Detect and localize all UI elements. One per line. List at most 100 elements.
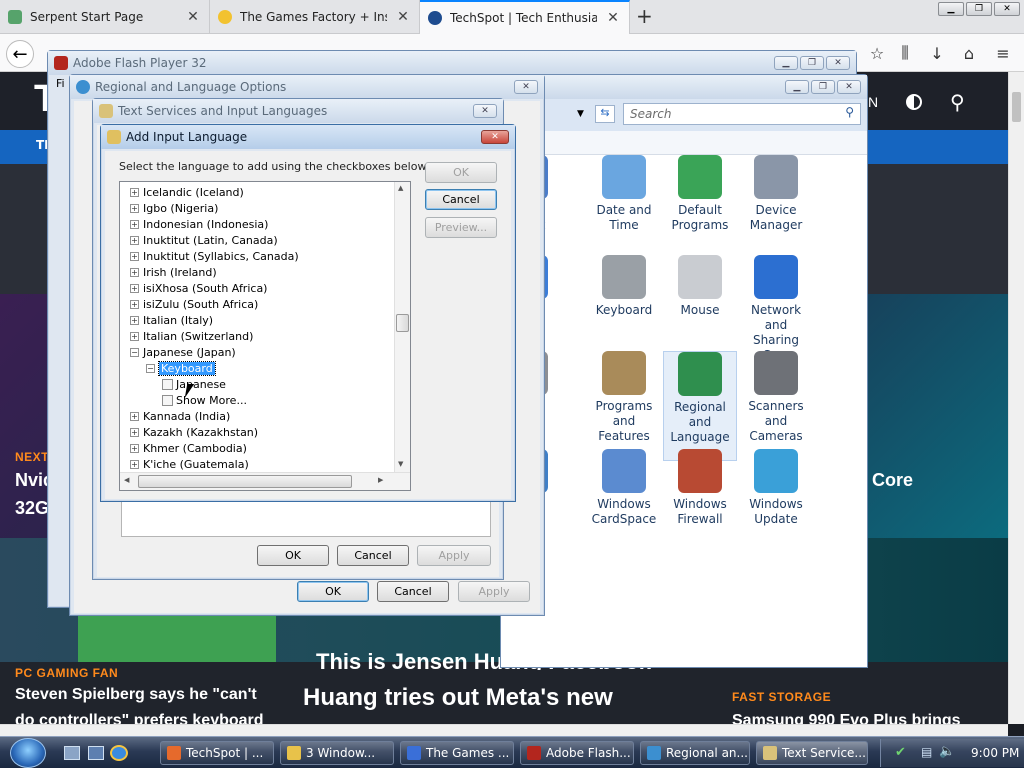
- download-arrow-icon[interactable]: ↓: [926, 42, 948, 64]
- cp-item[interactable]: Windows Update: [739, 449, 813, 527]
- add-input-ok-button[interactable]: OK: [425, 162, 497, 183]
- tree-vertical-scrollbar[interactable]: ▲ ▼: [394, 182, 410, 472]
- close-icon[interactable]: ✕: [837, 80, 861, 94]
- home-icon[interactable]: ⌂: [958, 42, 980, 64]
- add-input-titlebar[interactable]: Add Input Language ✕: [101, 125, 515, 149]
- scrollbar-thumb[interactable]: [396, 314, 409, 332]
- expand-plus-icon[interactable]: +: [130, 411, 139, 421]
- installed-services-list[interactable]: [121, 501, 491, 537]
- menu-icon[interactable]: ≡: [992, 42, 1014, 64]
- bookmark-star-icon[interactable]: ☆: [866, 42, 888, 64]
- tree-item[interactable]: + Inuktitut (Syllabics, Canada): [120, 248, 299, 264]
- tree-item[interactable]: + Indonesian (Indonesia): [120, 216, 268, 232]
- pc-gaming-headline[interactable]: Steven Spielberg says he "can't: [15, 686, 257, 704]
- cp-item[interactable]: Default Programs: [663, 155, 737, 233]
- tree-item[interactable]: + Kannada (India): [120, 408, 230, 424]
- right-headline[interactable]: Core: [872, 470, 913, 491]
- regional-titlebar[interactable]: Regional and Language Options ✕: [70, 75, 544, 99]
- tree-item[interactable]: Japanese: [120, 376, 226, 392]
- scroll-down-arrow-icon[interactable]: ▼: [398, 460, 403, 468]
- search-icon[interactable]: ⚲: [950, 90, 965, 114]
- tree-item[interactable]: + Igbo (Nigeria): [120, 200, 218, 216]
- expand-plus-icon[interactable]: +: [130, 315, 139, 325]
- tab-techspot[interactable]: TechSpot | Tech Enthusiasts ✕: [420, 0, 630, 34]
- expand-plus-icon[interactable]: +: [130, 283, 139, 293]
- tree-item[interactable]: Show More...: [120, 392, 247, 408]
- cp-item[interactable]: Device Manager: [739, 155, 813, 233]
- taskbar-button[interactable]: Text Service...: [756, 741, 868, 765]
- scroll-left-arrow-icon[interactable]: ◀: [124, 476, 129, 484]
- library-icon[interactable]: ⫼: [894, 42, 916, 64]
- scrollbar-thumb[interactable]: [138, 475, 352, 488]
- switch-windows-icon[interactable]: [88, 746, 104, 760]
- new-tab-button[interactable]: +: [636, 4, 653, 28]
- taskbar-button[interactable]: Adobe Flash...: [520, 741, 634, 765]
- address-dropdown-icon[interactable]: ▼: [577, 109, 584, 119]
- cp-item[interactable]: Mouse: [663, 255, 737, 318]
- tree-item[interactable]: + Italian (Switzerland): [120, 328, 253, 344]
- expand-plus-icon[interactable]: +: [130, 219, 139, 229]
- taskbar-button[interactable]: TechSpot | ...: [160, 741, 274, 765]
- tree-item[interactable]: + Khmer (Cambodia): [120, 440, 247, 456]
- refresh-icon[interactable]: ⇆: [595, 105, 615, 123]
- security-icon[interactable]: ✔: [895, 745, 906, 760]
- pc-gaming-headline-2[interactable]: do controllers" prefers keyboard: [15, 712, 275, 724]
- text-services-titlebar[interactable]: Text Services and Input Languages ✕: [93, 99, 503, 123]
- text-services-apply-button[interactable]: Apply: [417, 545, 491, 566]
- text-services-cancel-button[interactable]: Cancel: [337, 545, 409, 566]
- cp-item[interactable]: Windows CardSpace: [587, 449, 661, 527]
- collapse-minus-icon[interactable]: −: [146, 363, 155, 373]
- cp-item[interactable]: Date and Time: [587, 155, 661, 233]
- expand-plus-icon[interactable]: +: [130, 443, 139, 453]
- expand-plus-icon[interactable]: +: [130, 267, 139, 277]
- taskbar-button[interactable]: 3 Window...: [280, 741, 394, 765]
- maximize-icon[interactable]: ❐: [800, 56, 824, 70]
- network-icon[interactable]: ▤: [921, 745, 932, 759]
- back-arrow-icon[interactable]: ←: [6, 40, 34, 68]
- expand-plus-icon[interactable]: +: [130, 251, 139, 261]
- minimize-icon[interactable]: ▁: [785, 80, 809, 94]
- tree-item[interactable]: + Kazakh (Kazakhstan): [120, 424, 258, 440]
- close-icon[interactable]: ✕: [826, 56, 850, 70]
- taskbar-button[interactable]: The Games ...: [400, 741, 514, 765]
- dark-mode-icon[interactable]: [906, 94, 922, 110]
- article-thumbnail[interactable]: [78, 612, 276, 662]
- tree-item[interactable]: + isiZulu (South Africa): [120, 296, 258, 312]
- expand-plus-icon[interactable]: +: [130, 427, 139, 437]
- maximize-icon[interactable]: ❐: [966, 2, 992, 16]
- close-icon[interactable]: ✕: [994, 2, 1020, 16]
- scrollbar-thumb[interactable]: [1012, 92, 1021, 122]
- flash-menu-stub[interactable]: Fi: [56, 77, 65, 90]
- control-panel-window[interactable]: ▁ ❐ ✕ ▼ ⇆ Search ⚲ orementDate andTimeDe…: [500, 74, 868, 668]
- close-tab-icon[interactable]: ✕: [395, 9, 411, 25]
- show-desktop-icon[interactable]: [64, 746, 80, 760]
- cp-item[interactable]: Network andSharing Ce...: [739, 255, 813, 363]
- text-services-ok-button[interactable]: OK: [257, 545, 329, 566]
- page-vertical-scrollbar[interactable]: [1008, 72, 1024, 724]
- cp-item[interactable]: Windows Firewall: [663, 449, 737, 527]
- expand-plus-icon[interactable]: +: [130, 235, 139, 245]
- flash-titlebar[interactable]: Adobe Flash Player 32 ▁ ❐ ✕: [48, 51, 856, 75]
- regional-apply-button[interactable]: Apply: [458, 581, 530, 602]
- tree-horizontal-scrollbar[interactable]: ◀ ▶: [120, 472, 410, 490]
- expand-plus-icon[interactable]: +: [130, 203, 139, 213]
- cp-item[interactable]: Programs and Features: [587, 351, 661, 444]
- expand-plus-icon[interactable]: +: [130, 299, 139, 309]
- cp-item[interactable]: Regional andLanguage ...: [663, 351, 737, 461]
- search-icon[interactable]: ⚲: [845, 105, 854, 119]
- tree-item[interactable]: + Inuktitut (Latin, Canada): [120, 232, 278, 248]
- clock[interactable]: 9:00 PM: [971, 746, 1019, 760]
- tree-item[interactable]: − Keyboard: [120, 360, 216, 376]
- close-icon[interactable]: ✕: [481, 130, 509, 144]
- minimize-icon[interactable]: ▁: [774, 56, 798, 70]
- fast-storage-headline[interactable]: Samsung 990 Evo Plus brings: [732, 712, 1002, 724]
- expand-plus-icon[interactable]: +: [130, 459, 139, 469]
- regional-ok-button[interactable]: OK: [297, 581, 369, 602]
- center-headline[interactable]: Huang tries out Meta's new: [303, 684, 613, 712]
- add-input-language-dialog[interactable]: Add Input Language ✕ Select the language…: [100, 124, 516, 502]
- internet-explorer-icon[interactable]: [110, 745, 128, 761]
- language-checkbox[interactable]: [162, 378, 173, 390]
- close-icon[interactable]: ✕: [514, 80, 538, 94]
- expand-plus-icon[interactable]: +: [130, 331, 139, 341]
- add-input-cancel-button[interactable]: Cancel: [425, 189, 497, 210]
